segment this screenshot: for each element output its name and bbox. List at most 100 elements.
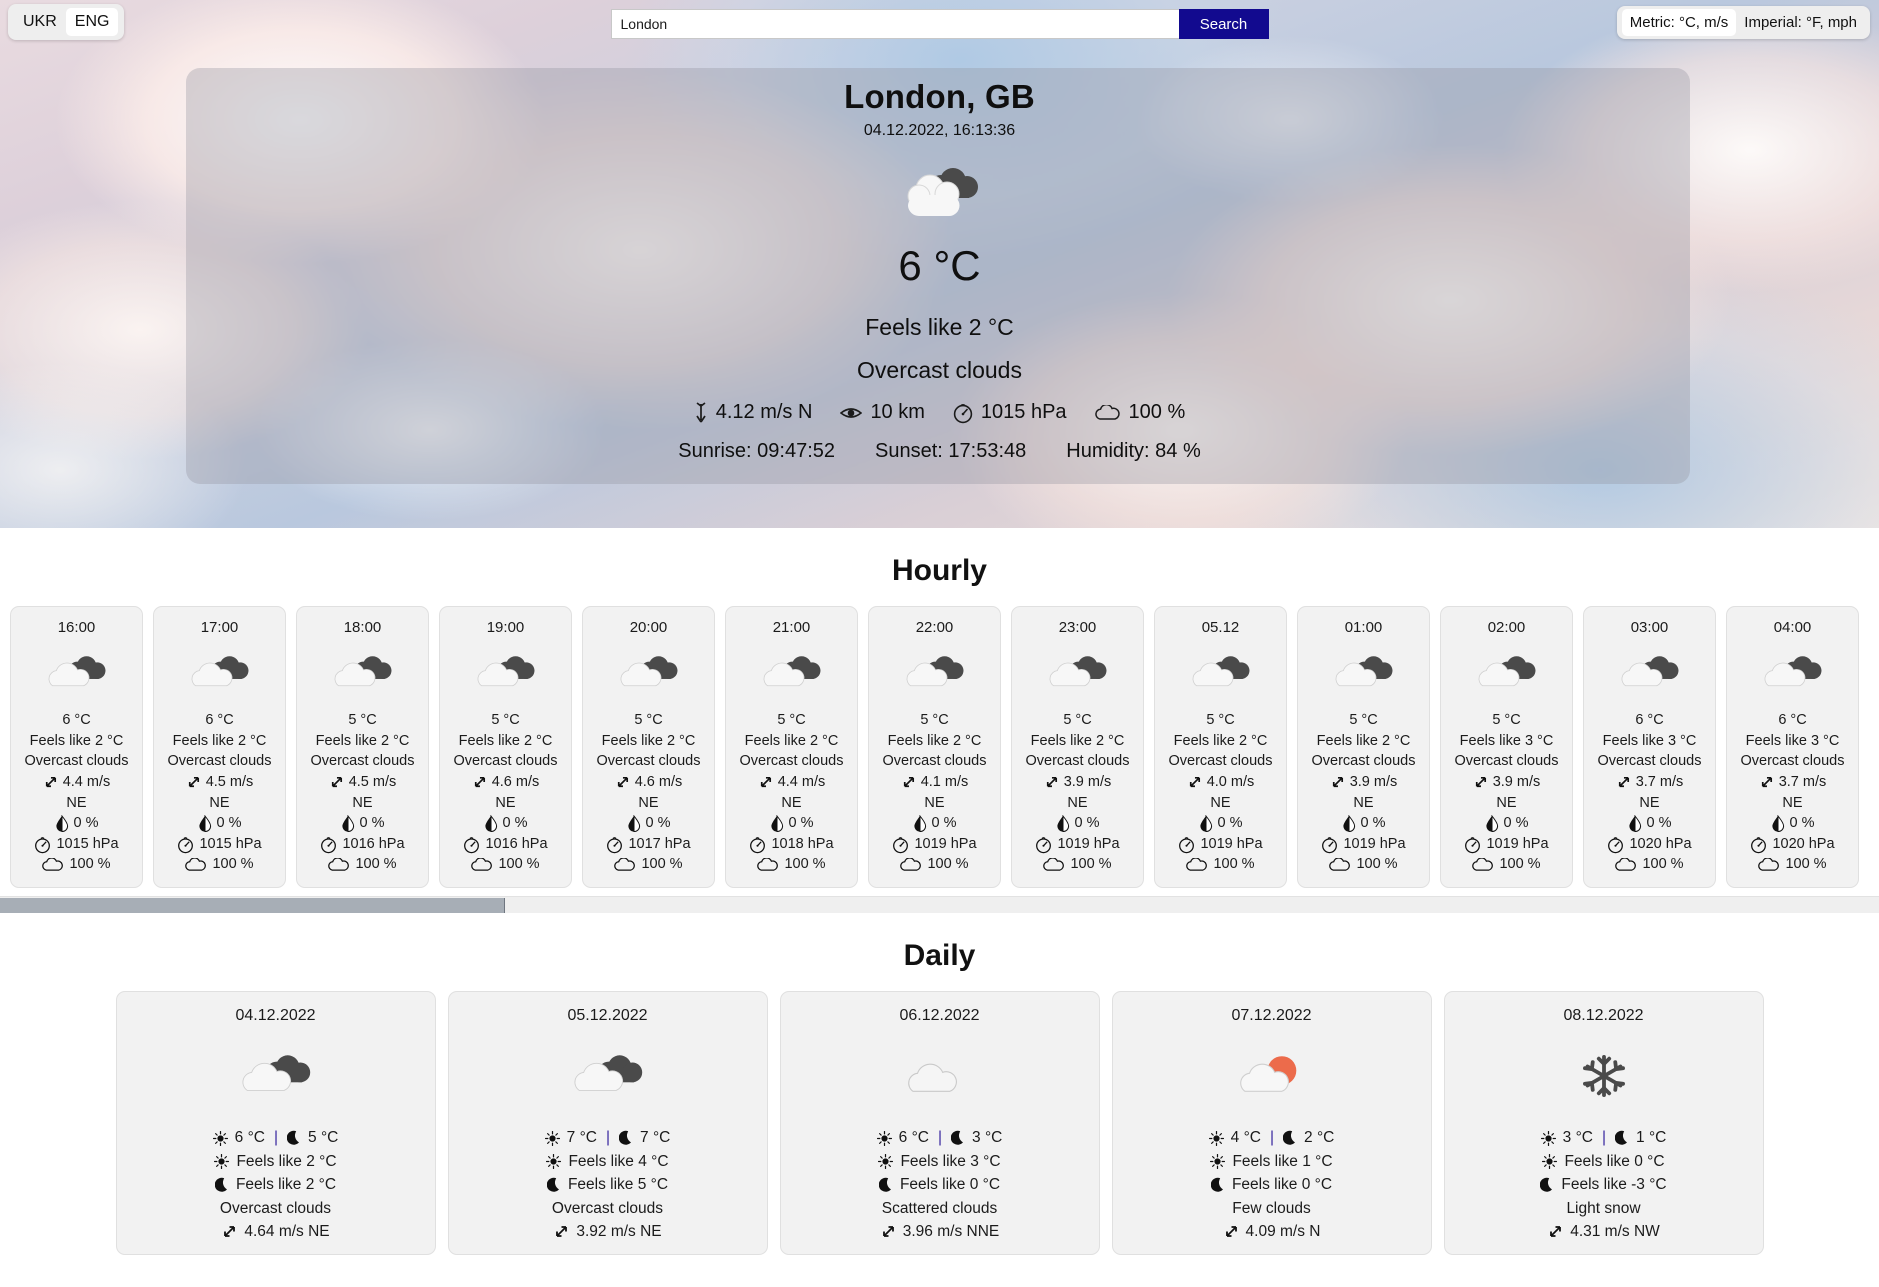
- search-button[interactable]: Search: [1178, 9, 1269, 39]
- gauge-icon: [1464, 835, 1481, 854]
- hourly-card-wind: 3.7 m/s: [1588, 772, 1711, 793]
- hourly-card-wind-direction: NE: [66, 794, 87, 811]
- hourly-scroll-viewport[interactable]: 16:00 6 °C Feels like 2 °C Overcast clou…: [0, 606, 1879, 888]
- hourly-card-pop-value: 0 %: [1074, 815, 1100, 832]
- temp-separator: |: [1269, 1129, 1275, 1147]
- hourly-scrollbar-track[interactable]: [0, 895, 1879, 913]
- hourly-card-precipitation: 0 %: [1159, 813, 1282, 834]
- hourly-card-time: 18:00: [343, 619, 382, 636]
- hourly-card-feels: Feels like 2 °C: [744, 732, 839, 749]
- daily-card-day-feels: Feels like 0 °C: [1451, 1150, 1757, 1174]
- cloud-outline-icon: [614, 857, 636, 872]
- gauge-icon: [34, 835, 51, 854]
- current-visibility: 10 km: [840, 401, 925, 424]
- hourly-card-pressure: 1020 hPa: [1731, 834, 1854, 855]
- water-drop-icon: [627, 814, 641, 832]
- hourly-card-clouds: 100 %: [873, 854, 996, 875]
- hourly-card: 21:00 5 °C Feels like 2 °C Overcast clou…: [725, 606, 858, 888]
- hourly-card-wind-direction: NE: [1210, 794, 1231, 811]
- current-sun-row: Sunrise: 09:47:52 Sunset: 17:53:48 Humid…: [0, 440, 1879, 463]
- daily-card-night-feels: Feels like 5 °C: [455, 1173, 761, 1197]
- hourly-card-temp: 5 °C: [1206, 712, 1235, 729]
- sun-icon: [876, 1130, 892, 1146]
- hourly-card-clouds-value: 100 %: [1070, 856, 1112, 873]
- cloud-outline-icon: [1472, 857, 1494, 872]
- hourly-card-clouds: 100 %: [301, 854, 424, 875]
- cloud-outline-icon: [185, 857, 207, 872]
- wind-arrow-icon: [1223, 1224, 1239, 1240]
- hourly-card-desc: Overcast clouds: [1311, 753, 1416, 770]
- moon-icon: [619, 1130, 633, 1146]
- hourly-card-desc: Overcast clouds: [882, 753, 987, 770]
- daily-card-desc: Few clouds: [1232, 1199, 1311, 1217]
- sun-icon: [878, 1154, 894, 1170]
- hourly-card-feels: Feels like 2 °C: [29, 732, 124, 749]
- daily-card-wind: 4.64 m/s NE: [123, 1220, 429, 1244]
- current-metrics-row: 4.12 m/s N 10 km 1015 hPa 100 %: [0, 401, 1879, 424]
- hourly-card-desc: Overcast clouds: [1740, 753, 1845, 770]
- hourly-card-time: 04:00: [1773, 619, 1812, 636]
- hourly-card-precipitation: 0 %: [15, 813, 138, 834]
- hourly-card-wind-value: 4.0 m/s: [1206, 774, 1255, 791]
- daily-card-wind: 4.09 m/s N: [1119, 1220, 1425, 1244]
- gauge-icon: [463, 835, 480, 854]
- overcast-clouds-icon: [873, 642, 996, 704]
- hourly-card-pressure-value: 1016 hPa: [485, 835, 548, 852]
- hourly-card-temp: 6 °C: [1635, 712, 1664, 729]
- hourly-card-pressure-value: 1015 hPa: [56, 835, 119, 852]
- scattered-clouds-icon: [787, 1038, 1093, 1114]
- sun-icon: [212, 1130, 228, 1146]
- hourly-card-clouds: 100 %: [1445, 854, 1568, 875]
- hourly-card-pressure-value: 1020 hPa: [1772, 835, 1835, 852]
- current-datetime: 04.12.2022, 16:13:36: [863, 122, 1016, 139]
- current-city: London, GB: [844, 78, 1035, 115]
- hourly-card-pressure: 1019 hPa: [873, 834, 996, 855]
- units-toggle[interactable]: Metric: °C, m/s Imperial: °F, mph: [1616, 6, 1870, 39]
- daily-card-wind-value: 4.64 m/s NE: [244, 1223, 330, 1241]
- language-toggle[interactable]: UKR ENG: [8, 4, 125, 40]
- hourly-card-pressure: 1018 hPa: [730, 834, 853, 855]
- hourly-card: 03:00 6 °C Feels like 3 °C Overcast clou…: [1583, 606, 1716, 888]
- hourly-card-pressure: 1019 hPa: [1159, 834, 1282, 855]
- daily-card-temps: 7 °C | 7 °C: [455, 1126, 761, 1150]
- daily-card-night-feels-value: Feels like 0 °C: [899, 1176, 1001, 1194]
- cloud-outline-icon: [42, 857, 64, 872]
- water-drop-icon: [1628, 814, 1642, 832]
- lang-button-eng[interactable]: ENG: [65, 8, 119, 36]
- hourly-card-wind-value: 4.1 m/s: [920, 774, 969, 791]
- hourly-scrollbar-thumb[interactable]: [0, 897, 505, 913]
- sun-icon: [1540, 1130, 1556, 1146]
- hourly-card-clouds: 100 %: [1302, 854, 1425, 875]
- daily-card-day-temp: 7 °C: [566, 1129, 597, 1147]
- light-snow-icon: [1451, 1038, 1757, 1114]
- hourly-card-pressure-value: 1019 hPa: [1057, 835, 1120, 852]
- hourly-card-feels: Feels like 2 °C: [315, 732, 410, 749]
- wind-arrow-icon: [221, 1224, 237, 1240]
- current-visibility-value: 10 km: [870, 401, 925, 423]
- hourly-card-pop-value: 0 %: [1789, 815, 1815, 832]
- units-button-imperial[interactable]: Imperial: °F, mph: [1736, 9, 1865, 36]
- units-button-metric[interactable]: Metric: °C, m/s: [1621, 9, 1737, 36]
- current-humidity: Humidity: 84 %: [1066, 440, 1201, 462]
- hourly-card-feels: Feels like 3 °C: [1459, 732, 1554, 749]
- hourly-card-clouds-value: 100 %: [1785, 856, 1827, 873]
- hourly-card-pop-value: 0 %: [1646, 815, 1672, 832]
- daily-card-day-feels: Feels like 4 °C: [455, 1150, 761, 1174]
- hourly-card-wind: 4.5 m/s: [301, 772, 424, 793]
- current-pressure: 1015 hPa: [953, 401, 1067, 424]
- hourly-card-wind: 4.4 m/s: [730, 772, 853, 793]
- hourly-card-pressure: 1019 hPa: [1445, 834, 1568, 855]
- hourly-card-time: 16:00: [57, 619, 96, 636]
- hourly-card: 01:00 5 °C Feels like 2 °C Overcast clou…: [1297, 606, 1430, 888]
- hourly-card-wind-value: 3.9 m/s: [1349, 774, 1398, 791]
- hourly-card-pop-value: 0 %: [931, 815, 957, 832]
- hourly-card-temp: 5 °C: [1492, 712, 1521, 729]
- daily-card-night-temp: 1 °C: [1636, 1129, 1667, 1147]
- hourly-card-pop-value: 0 %: [788, 815, 814, 832]
- hourly-card-desc: Overcast clouds: [1168, 753, 1273, 770]
- overcast-clouds-icon: [1731, 642, 1854, 704]
- search-input[interactable]: [610, 9, 1179, 39]
- hourly-card-clouds: 100 %: [15, 854, 138, 875]
- lang-button-ukr[interactable]: UKR: [14, 8, 66, 36]
- daily-card-wind: 4.31 m/s NW: [1451, 1220, 1757, 1244]
